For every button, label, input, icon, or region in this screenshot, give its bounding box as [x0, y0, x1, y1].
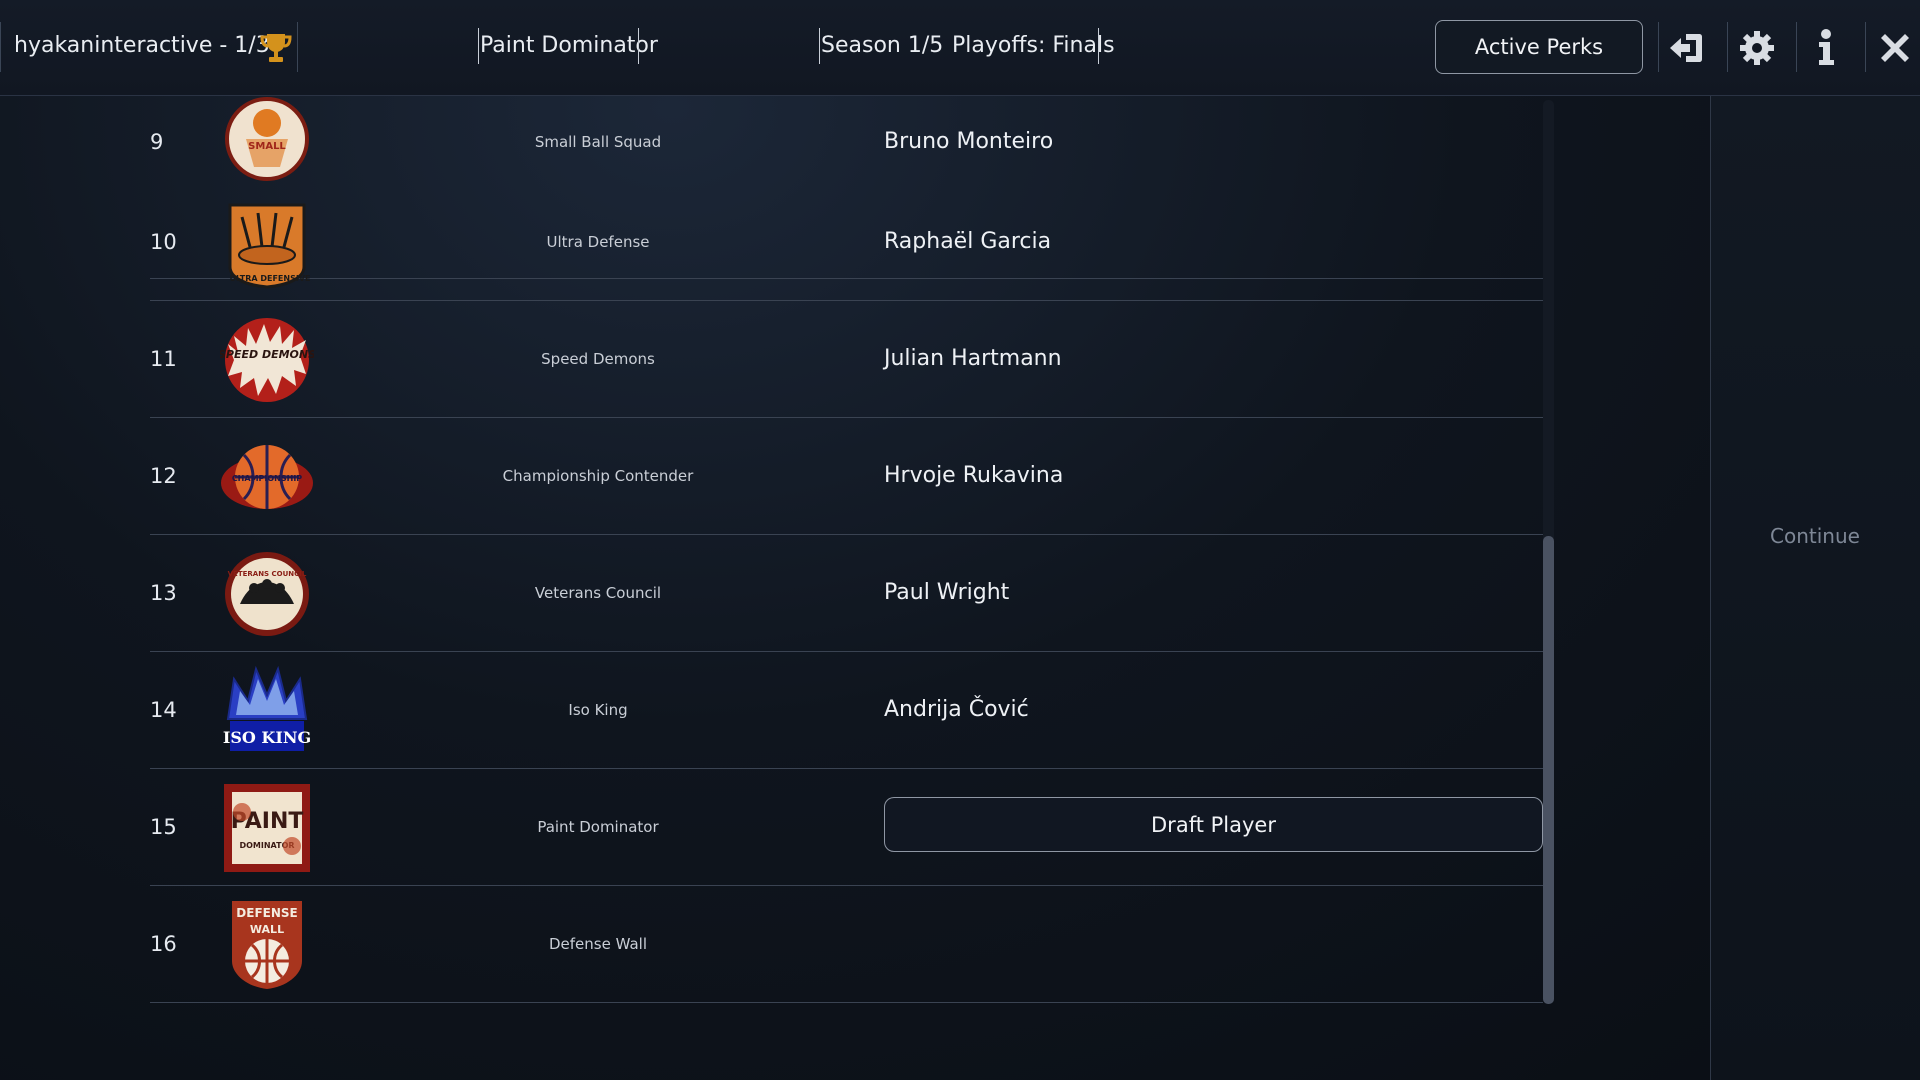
draft-list-scrollbar[interactable] — [1543, 100, 1554, 1004]
header-divider — [1796, 22, 1797, 72]
svg-text:DEFENSE: DEFENSE — [236, 906, 297, 920]
pick-number: 9 — [150, 130, 164, 154]
season-divider-right — [1098, 28, 1099, 64]
header-divider — [1865, 22, 1866, 72]
table-row: 14 ISO KING Iso King Andrija Čović — [150, 652, 1543, 769]
pick-number: 10 — [150, 230, 177, 254]
svg-text:ISO KING: ISO KING — [223, 728, 311, 747]
table-row: 10 ULTRA DEFENSIVE Ultra Defense Raphaël… — [150, 184, 1543, 301]
pick-number: 11 — [150, 347, 177, 371]
team-name: Ultra Defense — [546, 233, 650, 251]
team-name: Paint Dominator — [537, 818, 659, 836]
header-divider — [1727, 22, 1728, 72]
team-name: Small Ball Squad — [534, 133, 662, 151]
settings-button[interactable] — [1735, 26, 1779, 70]
player-name: Julian Hartmann — [884, 346, 1062, 371]
team-logo: SMALL — [225, 97, 309, 181]
team-name-divider-right — [638, 28, 639, 64]
table-row: 12 CHAMPIONSHIP Championship Contender H… — [150, 418, 1543, 535]
season-label: Season 1/5 — [821, 33, 944, 58]
profile-label: hyakaninteractive - 1/3 — [14, 33, 270, 58]
table-row: 16 DEFENSE WALL Defense Wall — [150, 886, 1543, 1003]
pick-number: 15 — [150, 815, 177, 839]
exit-icon — [1670, 34, 1702, 62]
team-logo: VETERANS COUNCIL — [225, 552, 309, 636]
team-logo: CHAMPIONSHIP — [221, 445, 313, 509]
svg-text:CHAMPIONSHIP: CHAMPIONSHIP — [232, 474, 302, 483]
team-name: Defense Wall — [548, 935, 647, 953]
exit-button[interactable] — [1664, 26, 1708, 70]
draft-player-button[interactable]: Draft Player — [884, 797, 1543, 852]
player-name: Raphaël Garcia — [884, 229, 1052, 254]
side-panel: Continue — [1710, 96, 1920, 1080]
team-logo: ISO KING — [223, 665, 311, 751]
team-name-label: Paint Dominator — [480, 33, 658, 58]
header-divider — [297, 22, 298, 72]
pick-number: 12 — [150, 464, 177, 488]
season-divider-left — [819, 28, 820, 64]
draft-screen: hyakaninteractive - 1/3 Paint Dominator … — [0, 0, 1920, 1080]
team-logo: SPEED DEMONS — [220, 318, 314, 402]
close-icon — [1881, 34, 1909, 62]
scrollbar-thumb[interactable] — [1543, 536, 1554, 1004]
table-row: 13 VETERANS COUNCIL Veterans Council Pau… — [150, 535, 1543, 652]
svg-text:SPEED DEMONS: SPEED DEMONS — [220, 348, 314, 361]
player-name: Hrvoje Rukavina — [884, 463, 1064, 488]
team-logo: PAINT DOMINATOR — [224, 784, 310, 872]
team-name-divider-left — [478, 28, 479, 64]
team-name: Veterans Council — [534, 584, 662, 602]
team-name: Speed Demons — [541, 350, 655, 368]
pick-number: 13 — [150, 581, 177, 605]
team-logo: ULTRA DEFENSIVE — [228, 203, 311, 289]
trophy-icon — [260, 34, 292, 62]
team-name: Championship Contender — [502, 467, 694, 485]
svg-text:WALL: WALL — [250, 923, 284, 936]
draft-order-list[interactable]: 9 SMALL Small Ball Squad Bruno Monteiro … — [150, 96, 1543, 1004]
team-name: Iso King — [568, 701, 628, 719]
gear-icon — [1740, 31, 1774, 65]
header-divider — [0, 22, 1, 72]
info-button[interactable] — [1804, 26, 1848, 70]
close-button[interactable] — [1873, 26, 1917, 70]
svg-text:VETERANS COUNCIL: VETERANS COUNCIL — [228, 570, 307, 578]
info-icon — [1819, 29, 1834, 65]
svg-text:SMALL: SMALL — [248, 141, 286, 152]
table-row: 15 PAINT DOMINATOR Paint Dominator Draft… — [150, 769, 1543, 886]
continue-button[interactable]: Continue — [1711, 524, 1919, 548]
player-name: Paul Wright — [884, 580, 1010, 605]
header-divider — [1658, 22, 1659, 72]
player-name: Bruno Monteiro — [884, 129, 1054, 154]
active-perks-button[interactable]: Active Perks — [1435, 20, 1643, 74]
team-logo: DEFENSE WALL — [232, 901, 302, 989]
svg-text:ULTRA DEFENSIVE: ULTRA DEFENSIVE — [230, 274, 311, 283]
player-name: Andrija Čović — [884, 697, 1029, 722]
pick-number: 14 — [150, 698, 177, 722]
pick-number: 16 — [150, 932, 177, 956]
playoffs-label: Playoffs: Finals — [952, 33, 1115, 58]
table-row: 11 SPEED DEMONS Speed Demons Julian Hart… — [150, 301, 1543, 418]
